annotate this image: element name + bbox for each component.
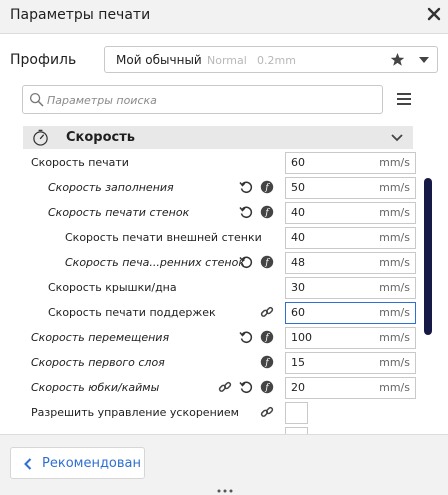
setting-unit: mm/s — [379, 181, 410, 194]
setting-value: 50 — [291, 181, 305, 194]
setting-value-field[interactable]: 48 mm/s — [285, 252, 416, 274]
close-icon[interactable] — [426, 6, 442, 22]
calculator-icon[interactable]: f — [260, 255, 274, 269]
profile-quality: Normal — [207, 54, 247, 67]
link-icon[interactable] — [218, 380, 232, 394]
setting-row: Скорость крышки/дна 30 mm/s — [0, 276, 420, 301]
setting-row: Скорость печати стенок f 40 mm/s — [0, 201, 420, 226]
setting-unit: mm/s — [379, 256, 410, 269]
setting-value-field[interactable]: 50 mm/s — [285, 177, 416, 199]
setting-label: Скорость крышки/дна — [48, 281, 177, 294]
window-title: Параметры печати — [10, 7, 151, 23]
chevron-down-icon — [391, 134, 403, 142]
setting-label: Скорость заполнения — [48, 181, 174, 194]
setting-row: Разрешить управление ускорением — [0, 401, 420, 426]
menu-icon[interactable] — [397, 93, 411, 105]
star-icon[interactable] — [390, 52, 405, 67]
setting-unit: mm/s — [379, 281, 410, 294]
link-icon[interactable] — [260, 305, 274, 319]
setting-value-field[interactable]: 60 mm/s — [285, 152, 416, 174]
search-input[interactable] — [45, 91, 379, 110]
recommended-button[interactable]: Рекомендован — [10, 447, 145, 479]
setting-label: Скорость печа...ренних стенок — [65, 256, 245, 269]
setting-row: Скорость заполнения f 50 mm/s — [0, 176, 420, 201]
calculator-icon[interactable]: f — [260, 180, 274, 194]
setting-label: Скорость печати стенок — [48, 206, 190, 219]
calculator-icon[interactable]: f — [260, 355, 274, 369]
setting-value: 48 — [291, 256, 305, 269]
search-box — [22, 85, 383, 114]
reset-icon[interactable] — [239, 380, 253, 394]
calculator-icon[interactable]: f — [260, 330, 274, 344]
setting-row: Скорость печати 60 mm/s — [0, 151, 420, 176]
setting-label: Скорость перемещения — [31, 331, 170, 344]
setting-row: Скорость юбки/каймы f 20 mm/s — [0, 376, 420, 401]
setting-value-field[interactable]: 30 mm/s — [285, 277, 416, 299]
setting-value: 30 — [291, 281, 305, 294]
link-icon[interactable] — [260, 405, 274, 419]
setting-unit: mm/s — [379, 156, 410, 169]
scrollbar-thumb[interactable] — [424, 178, 432, 335]
setting-unit: mm/s — [379, 331, 410, 344]
section-title: Скорость — [66, 130, 135, 145]
setting-unit: mm/s — [379, 206, 410, 219]
setting-value: 60 — [291, 306, 305, 319]
setting-value: 20 — [291, 381, 305, 394]
profile-dropdown[interactable]: Мой обычный Normal 0.2mm — [104, 46, 438, 73]
setting-label: Скорость печати — [31, 156, 129, 169]
setting-value: 60 — [291, 156, 305, 169]
gauge-icon — [33, 129, 48, 146]
setting-unit: mm/s — [379, 381, 410, 394]
setting-value: 15 — [291, 356, 305, 369]
setting-row: Скорость первого слоя f 15 mm/s — [0, 351, 420, 376]
setting-unit: mm/s — [379, 306, 410, 319]
section-header-speed[interactable]: Скорость — [23, 126, 413, 149]
setting-value: 100 — [291, 331, 312, 344]
setting-label: Скорость первого слоя — [31, 356, 165, 369]
search-icon — [29, 92, 44, 107]
setting-row: Скорость перемещения f 100 mm/s — [0, 326, 420, 351]
setting-label: Скорость печати поддержек — [48, 306, 216, 319]
setting-label: Скорость юбки/каймы — [31, 381, 160, 394]
reset-icon[interactable] — [239, 205, 253, 219]
setting-row: Скорость печати внешней стенки 40 mm/s — [0, 226, 420, 251]
chevron-down-icon — [419, 57, 429, 63]
footer: Рекомендован — [0, 434, 448, 495]
title-bar: Параметры печати — [0, 0, 448, 34]
setting-value-field[interactable]: 60 mm/s — [285, 302, 416, 324]
profile-layer-height: 0.2mm — [257, 54, 296, 67]
profile-name: Мой обычный — [116, 53, 202, 67]
setting-label: Скорость печати внешней стенки — [65, 231, 262, 244]
reset-icon[interactable] — [239, 330, 253, 344]
calculator-icon[interactable]: f — [260, 205, 274, 219]
setting-value-field[interactable]: 100 mm/s — [285, 327, 416, 349]
setting-row: Скорость печати поддержек 60 mm/s — [0, 301, 420, 326]
setting-value: 40 — [291, 231, 305, 244]
reset-icon[interactable] — [239, 180, 253, 194]
setting-value-field[interactable]: 15 mm/s — [285, 352, 416, 374]
setting-value-field[interactable]: 40 mm/s — [285, 227, 416, 249]
setting-unit: mm/s — [379, 356, 410, 369]
setting-row: Скорость печа...ренних стенок f 48 mm/s — [0, 251, 420, 276]
acceleration-checkbox[interactable] — [285, 402, 308, 424]
reset-icon[interactable] — [239, 255, 253, 269]
resize-grip-icon[interactable] — [217, 489, 233, 493]
recommended-button-label: Рекомендован — [42, 456, 142, 471]
chevron-left-icon — [24, 458, 32, 470]
setting-value-field[interactable]: 40 mm/s — [285, 202, 416, 224]
setting-unit: mm/s — [379, 231, 410, 244]
setting-value-field[interactable]: 20 mm/s — [285, 377, 416, 399]
setting-label: Разрешить управление ускорением — [31, 406, 239, 419]
profile-label: Профиль — [10, 52, 77, 68]
setting-value: 40 — [291, 206, 305, 219]
calculator-icon[interactable]: f — [260, 380, 274, 394]
